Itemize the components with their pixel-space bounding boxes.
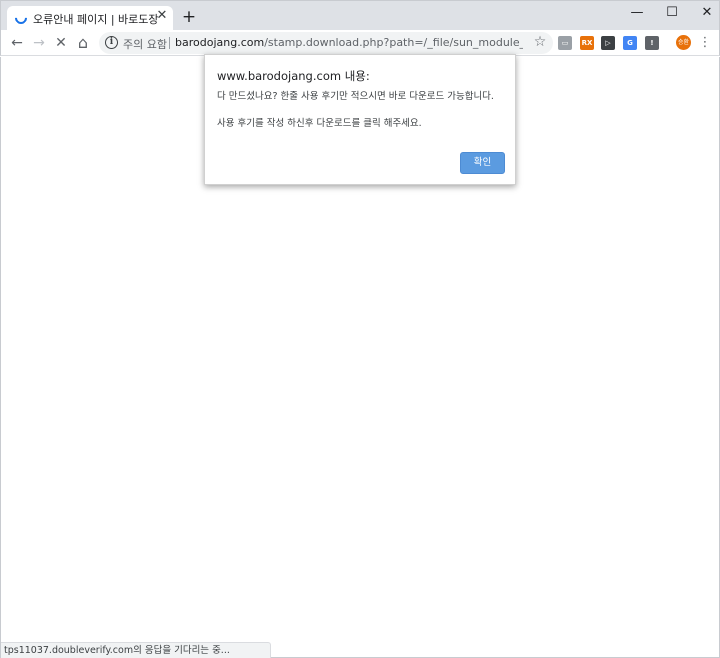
url-host: barodojang.com [175, 36, 265, 49]
address-bar[interactable]: i 주의 요함 barodojang.com/stamp.download.ph… [99, 32, 553, 54]
dialog-message-line2: 사용 후기를 작성 하신후 다운로드를 클릭 해주세요. [217, 118, 422, 129]
bookmark-star-icon[interactable]: ☆ [531, 33, 549, 51]
screen-capture-icon[interactable]: ▭ [558, 36, 572, 50]
home-button[interactable]: ⌂ [73, 33, 93, 53]
translate-icon[interactable]: G [623, 36, 637, 50]
minimize-button[interactable]: — [627, 5, 647, 21]
tab-title: 오류안내 페이지 | 바로도장 [33, 13, 159, 26]
tab-close-icon[interactable]: ✕ [155, 9, 169, 23]
info-icon[interactable]: i [105, 36, 118, 49]
alert-extension-icon[interactable]: ! [645, 36, 659, 50]
dialog-message-line1: 다 만드셨나요? 한줄 사용 후기만 적으시면 바로 다운로드 가능합니다. [217, 91, 494, 102]
window-close-button[interactable]: ✕ [697, 5, 717, 21]
back-button[interactable]: ← [7, 33, 27, 53]
tab-active[interactable]: 오류안내 페이지 | 바로도장 ✕ [7, 6, 173, 31]
omnibox-divider [169, 37, 170, 49]
tab-strip: 오류안내 페이지 | 바로도장 ✕ + — ☐ ✕ [0, 0, 720, 31]
security-label[interactable]: 주의 요함 [123, 36, 167, 52]
dialog-title: www.barodojang.com 내용: [217, 69, 370, 83]
maximize-button[interactable]: ☐ [662, 5, 682, 21]
loading-spinner-icon [12, 9, 30, 27]
status-bar: tps11037.doubleverify.com의 응답을 기다리는 중... [1, 642, 271, 658]
new-tab-button[interactable]: + [181, 9, 197, 26]
tag-extension-icon[interactable]: ▷ [601, 36, 615, 50]
url-text[interactable]: barodojang.com/stamp.download.php?path=/… [175, 36, 523, 49]
browser-toolbar: ← → ✕ ⌂ i 주의 요함 barodojang.com/stamp.dow… [0, 30, 720, 56]
profile-avatar[interactable]: 승환 [676, 35, 691, 50]
stop-loading-button[interactable]: ✕ [51, 33, 71, 53]
forward-button[interactable]: → [29, 33, 49, 53]
menu-icon[interactable]: ⋮ [698, 33, 712, 53]
url-path: /stamp.download.php?path=/_file/sun_modu… [264, 36, 523, 49]
alert-dialog: www.barodojang.com 내용: 다 만드셨나요? 한줄 사용 후기… [204, 54, 516, 185]
ok-button[interactable]: 확인 [460, 152, 505, 174]
rss-extension-icon[interactable]: RX [580, 36, 594, 50]
